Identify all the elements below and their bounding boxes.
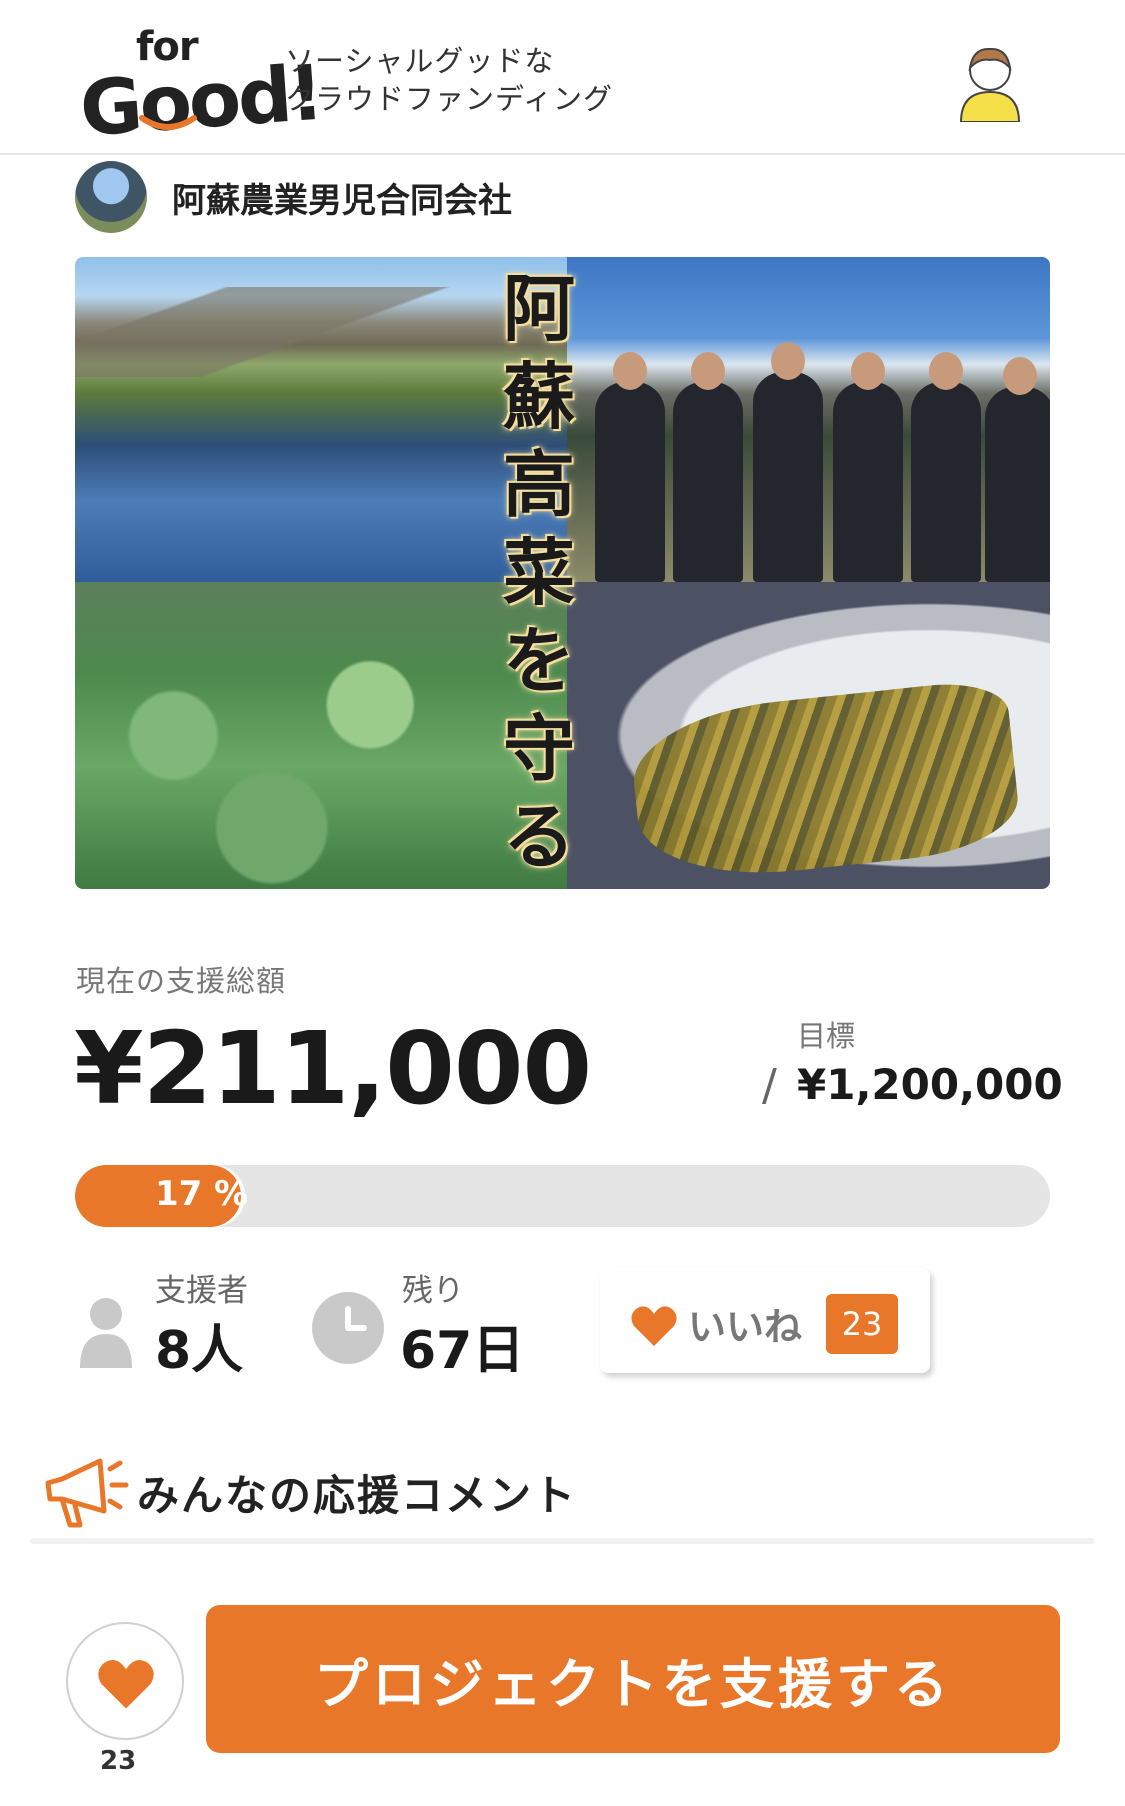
organizer-avatar [75, 161, 147, 233]
project-page: for Good! ソーシャルグッドな クラウドファンディング 阿蘇農業男児合同… [0, 0, 1125, 1806]
heart-icon [631, 1306, 677, 1346]
support-project-button[interactable]: プロジェクトを支援する [206, 1605, 1060, 1753]
funding-progress-percent: 17 % [155, 1174, 249, 1214]
supporters-value: 8人 [155, 1321, 244, 1381]
remaining-value: 67日 [400, 1321, 525, 1381]
goal-amount: ¥1,200,000 [797, 1060, 1063, 1109]
current-total-label: 現在の支援総額 [76, 964, 287, 998]
favorite-count: 23 [100, 1746, 137, 1776]
favorite-button[interactable] [66, 1622, 184, 1740]
supporters-icon [80, 1298, 132, 1368]
supporters-label: 支援者 [155, 1273, 248, 1309]
like-count-badge: 23 [826, 1294, 898, 1354]
organizer-name: 阿蘇農業男児合同会社 [172, 180, 512, 221]
hero-title: 阿蘇高菜を守る [502, 266, 575, 879]
project-hero-image: 阿蘇高菜を守る [75, 257, 1050, 889]
current-total-amount: ¥211,000 [74, 1010, 592, 1127]
heart-icon [98, 1659, 154, 1709]
organizer[interactable]: 阿蘇農業男児合同会社 [75, 160, 512, 234]
site-header: for Good! ソーシャルグッドな クラウドファンディング [0, 0, 1125, 155]
tagline-line-2: クラウドファンディング [285, 82, 613, 116]
user-avatar-icon[interactable] [955, 40, 1025, 122]
section-divider [30, 1538, 1095, 1544]
goal-separator: / [762, 1060, 777, 1111]
megaphone-icon [45, 1458, 129, 1528]
remaining-label: 残り [402, 1273, 464, 1309]
clock-icon [312, 1292, 384, 1364]
like-label: いいね [688, 1305, 803, 1349]
funding-progress-bar: 17 % [75, 1165, 1050, 1227]
logo-smile-icon [139, 115, 197, 130]
comments-section-title: みんなの応援コメント [137, 1471, 578, 1520]
goal-label: 目標 [797, 1019, 856, 1053]
forgood-logo[interactable]: for Good! [77, 24, 323, 153]
hero-team-members [595, 342, 1050, 582]
like-button[interactable]: いいね 23 [600, 1268, 930, 1373]
site-tagline: ソーシャルグッドな クラウドファンディング [285, 42, 645, 118]
tagline-line-1: ソーシャルグッドな [285, 44, 555, 78]
